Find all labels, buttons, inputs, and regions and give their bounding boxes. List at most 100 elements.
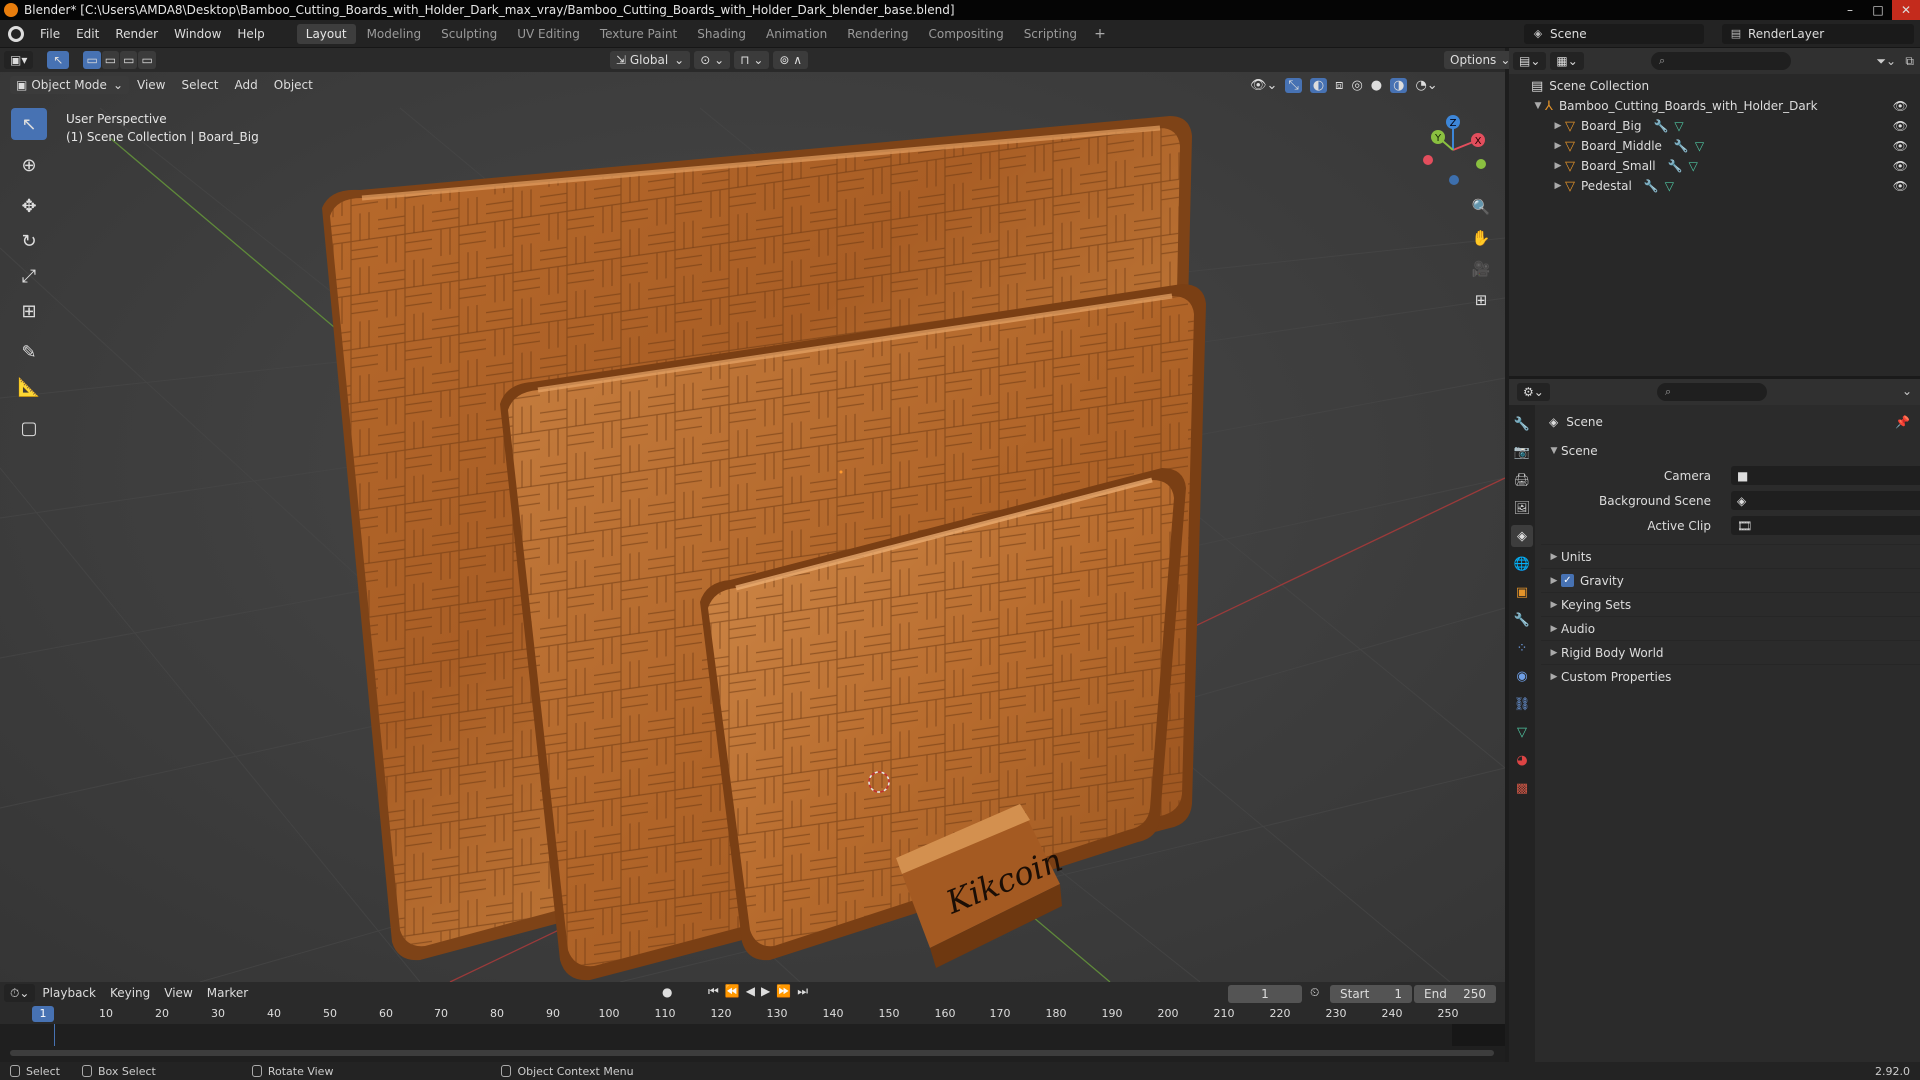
move-tool-icon[interactable]: ✥ <box>11 190 47 222</box>
scene-selector[interactable]: ◈ Scene <box>1524 24 1704 44</box>
rotate-tool-icon[interactable]: ↻ <box>11 225 47 257</box>
measure-tool-icon[interactable]: 📐 <box>11 371 47 403</box>
world-tab-icon[interactable]: 🌐 <box>1511 553 1533 575</box>
tab-scripting[interactable]: Scripting <box>1015 24 1086 44</box>
tab-sculpting[interactable]: Sculpting <box>432 24 506 44</box>
close-button[interactable]: ✕ <box>1892 0 1920 20</box>
scale-tool-icon[interactable]: ⤢ <box>11 260 47 292</box>
background-scene-field[interactable]: ◈ <box>1731 491 1920 510</box>
frame-ruler[interactable]: 1 10 20 30 40 50 60 70 80 90 100 110 120… <box>0 1004 1505 1024</box>
xray-toggle-icon[interactable]: ⧈ <box>1335 78 1343 93</box>
visibility-icon[interactable]: 👁⌄ <box>1250 78 1277 93</box>
gravity-panel-header[interactable]: ▶ ✓ Gravity <box>1541 568 1920 592</box>
scene-section-header[interactable]: ▼ Scene <box>1541 439 1920 463</box>
outliner-search-input[interactable]: ⌕ <box>1651 52 1791 70</box>
outliner-collection-row[interactable]: ▼ ⅄ Bamboo_Cutting_Boards_with_Holder_Da… <box>1509 96 1920 116</box>
render-layer-selector[interactable]: ▤ RenderLayer <box>1722 24 1914 44</box>
gravity-checkbox[interactable]: ✓ <box>1561 574 1574 587</box>
outliner-object-row[interactable]: ▶ ▽ Board_Small 🔧 ▽ 👁 <box>1509 156 1920 176</box>
material-shading-icon[interactable]: ◑ <box>1390 77 1408 93</box>
select-extend-mode-button[interactable]: ▭ <box>101 51 120 69</box>
outliner-object-row[interactable]: ▶ ▽ Pedestal 🔧 ▽ 👁 <box>1509 176 1920 196</box>
new-collection-icon[interactable]: ⧉ <box>1905 54 1914 69</box>
tab-texture-paint[interactable]: Texture Paint <box>591 24 686 44</box>
cursor-tool-icon[interactable]: ⊕ <box>11 149 47 181</box>
next-keyframe-icon[interactable]: ⏩ <box>776 984 797 998</box>
editor-type-button[interactable]: ▣▾ <box>4 51 34 69</box>
texture-tab-icon[interactable]: ▩ <box>1511 777 1533 799</box>
timeline-menu-playback[interactable]: Playback <box>35 986 103 1000</box>
jump-end-icon[interactable]: ⏭ <box>797 984 814 998</box>
properties-editor-type-button[interactable]: ⚙⌄ <box>1517 383 1550 401</box>
proportional-edit-toggle[interactable]: ⊚ ∧ <box>773 51 809 69</box>
collapse-triangle-icon[interactable]: ▶ <box>1551 141 1565 151</box>
outliner-object-row[interactable]: ▶ ▽ Board_Big 🔧 ▽ 👁 <box>1509 116 1920 136</box>
material-tab-icon[interactable]: ◕ <box>1511 749 1533 771</box>
viewport-menu-object[interactable]: Object <box>266 78 321 92</box>
options-dropdown[interactable]: Options ⌄ <box>1444 51 1517 69</box>
zoom-icon[interactable]: 🔍 <box>1466 192 1496 222</box>
overlay-toggle-icon[interactable]: ◐ <box>1309 77 1328 93</box>
visibility-eye-icon[interactable]: 👁 <box>1893 139 1908 153</box>
outliner-scene-collection[interactable]: ▤ Scene Collection <box>1509 76 1920 96</box>
play-reverse-icon[interactable]: ◀ <box>746 984 761 998</box>
tab-rendering[interactable]: Rendering <box>838 24 917 44</box>
scene-tab-icon[interactable]: ◈ <box>1511 525 1533 547</box>
menu-help[interactable]: Help <box>229 27 272 41</box>
timeline-track-area[interactable] <box>0 1024 1505 1062</box>
maximize-button[interactable]: □ <box>1864 0 1892 20</box>
timeline-scrollbar[interactable] <box>10 1050 1494 1056</box>
gizmo-toggle-icon[interactable]: ⤡ <box>1285 77 1302 93</box>
mode-dropdown[interactable]: ▣ Object Mode ⌄ <box>10 76 129 94</box>
menu-edit[interactable]: Edit <box>68 27 107 41</box>
modifier-tab-icon[interactable]: 🔧 <box>1511 609 1533 631</box>
timeline-menu-marker[interactable]: Marker <box>200 986 255 1000</box>
render-tab-icon[interactable]: 📷 <box>1511 441 1533 463</box>
viewport-menu-select[interactable]: Select <box>173 78 226 92</box>
particles-tab-icon[interactable]: ⁘ <box>1511 637 1533 659</box>
pan-hand-icon[interactable]: ✋ <box>1466 223 1496 253</box>
select-new-mode-button[interactable]: ▭ <box>83 51 101 69</box>
solid-shading-icon[interactable]: ● <box>1371 78 1382 93</box>
viewport-menu-add[interactable]: Add <box>227 78 266 92</box>
chevron-down-icon[interactable]: ⌄ <box>1902 384 1912 398</box>
camera-view-icon[interactable]: 🎥 <box>1466 254 1496 284</box>
visibility-eye-icon[interactable]: 👁 <box>1893 99 1908 113</box>
outliner-object-row[interactable]: ▶ ▽ Board_Middle 🔧 ▽ 👁 <box>1509 136 1920 156</box>
blender-menu-icon[interactable] <box>8 25 24 42</box>
annotate-tool-icon[interactable]: ✎ <box>11 336 47 368</box>
tab-shading[interactable]: Shading <box>688 24 755 44</box>
outliner-editor-type-button[interactable]: ▤⌄ <box>1513 52 1547 70</box>
timeline-menu-view[interactable]: View <box>157 986 199 1000</box>
output-tab-icon[interactable]: 🖨 <box>1511 469 1533 491</box>
transform-tool-icon[interactable]: ⊞ <box>11 295 47 327</box>
visibility-eye-icon[interactable]: 👁 <box>1893 159 1908 173</box>
minimize-button[interactable]: – <box>1836 0 1864 20</box>
visibility-eye-icon[interactable]: 👁 <box>1893 179 1908 193</box>
data-tab-icon[interactable]: ▽ <box>1511 721 1533 743</box>
playhead-indicator[interactable]: 1 <box>32 1006 54 1022</box>
grid-perspective-icon[interactable]: ⊞ <box>1466 285 1496 315</box>
constraints-tab-icon[interactable]: ⛓ <box>1511 693 1533 715</box>
object-tab-icon[interactable]: ▣ <box>1511 581 1533 603</box>
current-frame-field[interactable]: 1 <box>1228 985 1302 1003</box>
play-icon[interactable]: ▶ <box>761 984 776 998</box>
active-clip-field[interactable]: 🎞 <box>1731 516 1920 535</box>
jump-start-icon[interactable]: ⏮ <box>708 984 725 998</box>
tab-modeling[interactable]: Modeling <box>358 24 431 44</box>
add-cube-tool-icon[interactable]: ▢ <box>11 412 47 444</box>
clock-icon[interactable]: ⏲ <box>1310 985 1319 1000</box>
camera-field[interactable]: ■ ✒ <box>1731 466 1920 485</box>
tab-layout[interactable]: Layout <box>296 23 356 44</box>
record-icon[interactable]: ● <box>662 985 672 999</box>
menu-file[interactable]: File <box>32 27 68 41</box>
start-frame-field[interactable]: Start 1 <box>1330 985 1412 1003</box>
snap-toggle[interactable]: ⊓ ⌄ <box>734 51 770 69</box>
collapse-triangle-icon[interactable]: ▶ <box>1551 181 1565 191</box>
pin-icon[interactable]: 📌 <box>1895 415 1910 429</box>
select-box-tool-icon[interactable]: ↖ <box>11 108 47 140</box>
prev-keyframe-icon[interactable]: ⏪ <box>725 984 746 998</box>
wireframe-shading-icon[interactable]: ◎ <box>1351 78 1362 93</box>
select-tool-mode-button[interactable]: ↖ <box>47 51 70 69</box>
custom-properties-panel-header[interactable]: ▶ Custom Properties <box>1541 664 1920 688</box>
